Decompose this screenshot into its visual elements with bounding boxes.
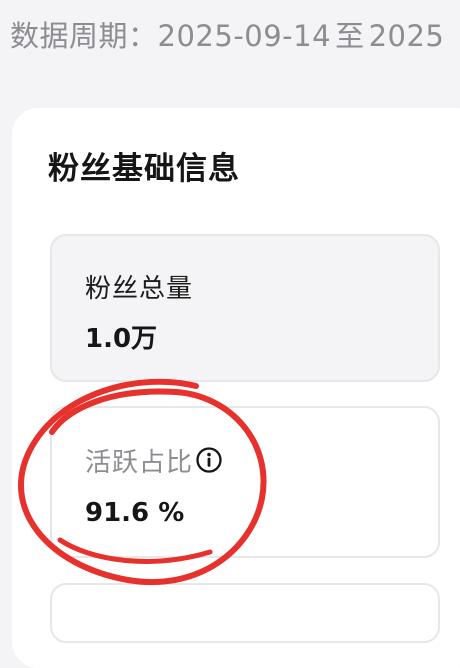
stat-card-next-partial[interactable] (50, 583, 440, 643)
info-icon[interactable] (195, 446, 223, 483)
period-end-date: 2025 (368, 19, 445, 53)
period-separator: 至 (335, 19, 365, 53)
stat-label-total-fans: 粉丝总量 (85, 274, 194, 304)
stat-label-active-ratio: 活跃占比 (85, 448, 194, 478)
stat-label-row-active-ratio: 活跃占比 (85, 446, 223, 483)
stat-card-active-ratio[interactable]: 活跃占比 91.6 % (50, 406, 440, 558)
stat-card-total-fans[interactable]: 粉丝总量 1.0万 (50, 234, 440, 382)
period-label: 数据周期： (10, 19, 158, 53)
stat-value-total-fans: 1.0万 (85, 324, 158, 354)
data-period: 数据周期：2025-09-14 至 2025 (10, 16, 460, 56)
period-start-date: 2025-09-14 (157, 19, 332, 53)
stat-value-active-ratio: 91.6 % (85, 498, 185, 528)
section-title: 粉丝基础信息 (48, 151, 240, 187)
